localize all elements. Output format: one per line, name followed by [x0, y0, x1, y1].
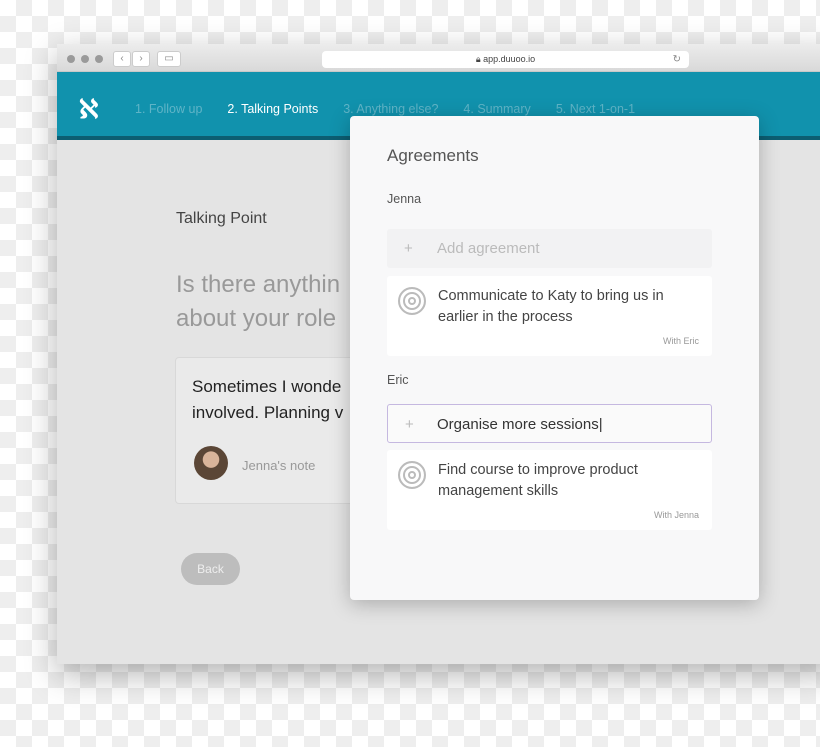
question-line: Is there anythin [176, 271, 341, 298]
add-agreement-input[interactable]: + Add agreement [387, 229, 712, 268]
step-nav: 1. Follow up 2. Talking Points 3. Anythi… [135, 102, 635, 116]
maximize-window-button[interactable] [95, 55, 103, 63]
back-nav-icon[interactable]: ‹ [113, 51, 131, 67]
question-line: about your role [176, 305, 337, 332]
forward-nav-icon[interactable]: › [132, 51, 150, 67]
target-icon [398, 461, 426, 489]
plus-icon: + [405, 416, 414, 433]
step-anything-else[interactable]: 3. Anything else? [343, 102, 438, 116]
step-summary[interactable]: 4. Summary [463, 102, 530, 116]
target-icon [398, 287, 426, 315]
agreement-text: Communicate to Katy to bring us in earli… [438, 288, 664, 325]
step-talking-points[interactable]: 2. Talking Points [227, 102, 318, 116]
address-bar[interactable]: 🔒︎ app.duuoo.io ↻ [322, 51, 689, 68]
close-window-button[interactable] [67, 55, 75, 63]
agreement-with: With Eric [663, 336, 699, 346]
question: Is there anythin about your role [176, 268, 356, 336]
person-label: Eric [387, 373, 409, 387]
modal-title: Agreements [387, 146, 479, 165]
talking-point-label: Talking Point [176, 210, 267, 227]
duuoo-logo: ℵ [79, 94, 99, 124]
person-label: Jenna [387, 192, 422, 206]
step-follow-up[interactable]: 1. Follow up [135, 102, 202, 116]
back-button[interactable]: Back [181, 553, 240, 585]
avatar [194, 446, 228, 480]
step-next-1on1[interactable]: 5. Next 1-on-1 [556, 102, 635, 116]
agreement-item[interactable]: Communicate to Katy to bring us in earli… [387, 276, 712, 356]
agreement-text: Find course to improve product managemen… [438, 462, 638, 499]
plus-icon: + [404, 240, 413, 257]
input-placeholder: Add agreement [437, 240, 540, 257]
agreement-with: With Jenna [653, 510, 699, 520]
agreement-item[interactable]: Find course to improve product managemen… [387, 450, 712, 530]
agreements-modal: Agreements Jenna + Add agreement Communi… [350, 116, 759, 600]
url-text: app.duuoo.io [483, 54, 536, 64]
note-author: Jenna's note [242, 458, 316, 473]
add-agreement-input[interactable]: + Organise more sessions| [387, 404, 712, 443]
minimize-window-button[interactable] [81, 55, 89, 63]
browser-toolbar: ‹ › ▭ 🔒︎ app.duuoo.io ↻ [57, 44, 820, 72]
sidebar-toggle-icon[interactable]: ▭ [157, 51, 181, 67]
input-value: Organise more sessions| [437, 416, 603, 433]
lock-icon: 🔒︎ [475, 54, 481, 64]
reload-icon[interactable]: ↻ [673, 51, 681, 68]
